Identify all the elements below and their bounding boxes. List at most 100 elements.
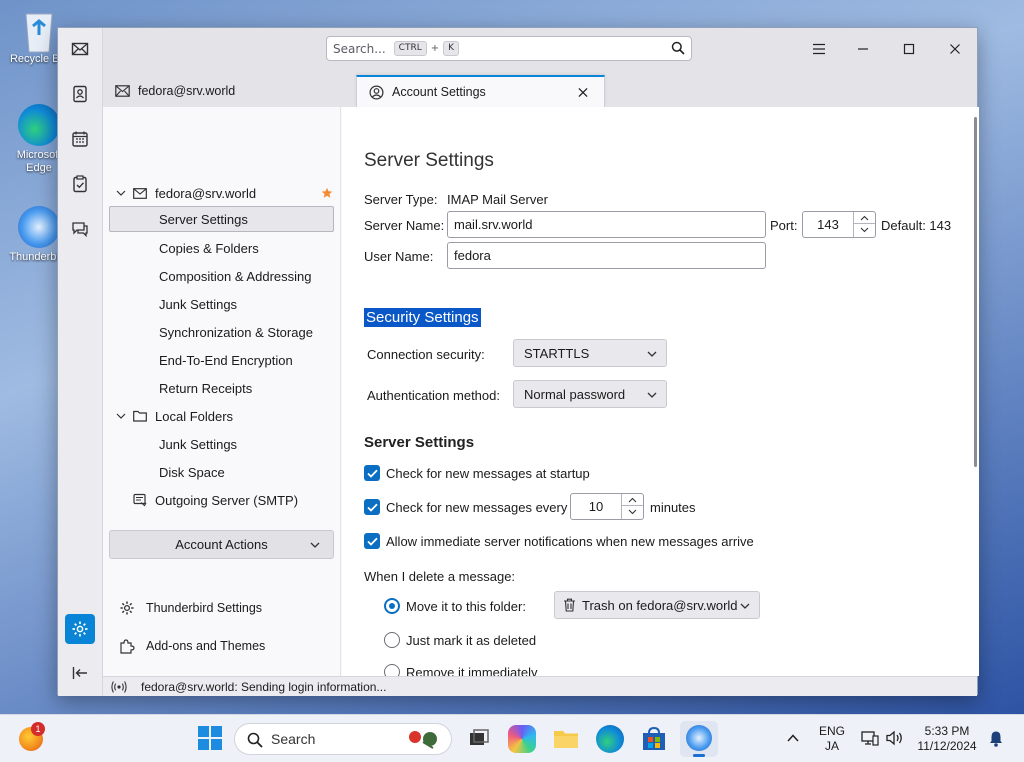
checkmark-icon xyxy=(366,537,378,546)
calendar-icon xyxy=(72,131,88,147)
remove-immediately-label: Remove it immediately xyxy=(406,665,538,676)
chevron-down-icon xyxy=(116,413,126,419)
collapse-spaces-button[interactable] xyxy=(65,658,95,688)
language-indicator[interactable]: ENG JA xyxy=(814,724,850,754)
chat-space-button[interactable] xyxy=(65,214,95,244)
tree-item-e2e-encryption[interactable]: End-To-End Encryption xyxy=(159,347,293,373)
taskbar-search-input[interactable]: Search xyxy=(234,723,452,755)
tree-item-local-junk-settings[interactable]: Junk Settings xyxy=(159,431,237,457)
store-icon[interactable] xyxy=(640,725,668,753)
notifications-bell-icon[interactable] xyxy=(989,730,1003,750)
chevron-down-icon xyxy=(310,542,320,548)
addons-themes-link[interactable]: Add-ons and Themes xyxy=(119,633,265,659)
move-to-folder-radio[interactable] xyxy=(384,598,400,614)
clock-date: 11/12/2024 xyxy=(917,739,977,753)
tab-account-settings[interactable]: Account Settings xyxy=(356,75,605,107)
show-hidden-icons-button[interactable] xyxy=(786,731,800,748)
check-every-label: Check for new messages every xyxy=(386,500,568,515)
activity-icon xyxy=(111,681,127,693)
chevron-down-icon xyxy=(647,392,657,398)
address-book-space-button[interactable] xyxy=(65,79,95,109)
interval-increment-button[interactable] xyxy=(622,494,643,506)
network-icon[interactable] xyxy=(861,730,879,749)
settings-space-button[interactable] xyxy=(65,614,95,644)
thunderbird-taskbar-button[interactable] xyxy=(680,721,718,757)
tab-mail[interactable]: fedora@srv.world xyxy=(103,75,353,107)
interval-decrement-button[interactable] xyxy=(622,506,643,518)
file-explorer-icon[interactable] xyxy=(552,725,580,753)
tree-item-copies-folders[interactable]: Copies & Folders xyxy=(159,235,259,261)
tree-item-composition-addressing[interactable]: Composition & Addressing xyxy=(159,263,311,289)
puzzle-icon xyxy=(120,639,135,654)
connection-security-label: Connection security: xyxy=(367,347,485,362)
port-decrement-button[interactable] xyxy=(854,224,875,236)
thunderbird-icon xyxy=(18,206,60,248)
chat-icon xyxy=(72,222,88,238)
shortcut-key-ctrl: CTRL xyxy=(393,41,427,56)
account-settings-icon xyxy=(369,84,384,100)
user-name-value: fedora xyxy=(454,248,491,263)
tree-item-disk-space[interactable]: Disk Space xyxy=(159,459,225,485)
close-window-button[interactable] xyxy=(945,39,965,59)
tree-account-fedora[interactable]: fedora@srv.world xyxy=(115,180,335,206)
status-text: fedora@srv.world: Sending login informat… xyxy=(141,679,387,694)
user-name-input[interactable]: fedora xyxy=(447,242,766,269)
tasks-space-button[interactable] xyxy=(65,169,95,199)
authentication-method-select[interactable]: Normal password xyxy=(513,380,667,408)
tree-item-label: Junk Settings xyxy=(159,296,238,312)
port-stepper[interactable]: 143 xyxy=(802,211,876,238)
connection-security-value: STARTTLS xyxy=(524,345,590,361)
gear-icon xyxy=(72,621,88,637)
search-icon xyxy=(671,41,685,55)
windows-logo-icon xyxy=(198,726,222,750)
content-scrollbar[interactable] xyxy=(974,117,977,467)
search-placeholder: Search... xyxy=(333,41,386,56)
tab-bar: fedora@srv.world Account Settings xyxy=(103,71,977,107)
global-search-input[interactable]: Search... CTRL + K xyxy=(326,36,692,61)
port-increment-button[interactable] xyxy=(854,212,875,224)
start-button[interactable] xyxy=(197,725,225,753)
tree-item-label: Copies & Folders xyxy=(159,240,259,256)
status-bar: fedora@srv.world: Sending login informat… xyxy=(103,676,977,696)
tree-item-label: End-To-End Encryption xyxy=(159,352,293,368)
server-name-input[interactable]: mail.srv.world xyxy=(447,211,766,238)
edge-taskbar-icon[interactable] xyxy=(596,725,624,753)
mark-deleted-label: Just mark it as deleted xyxy=(406,633,537,648)
tree-item-label: Junk Settings xyxy=(159,436,238,452)
tree-local-folders[interactable]: Local Folders xyxy=(115,403,233,429)
tree-outgoing-server[interactable]: Outgoing Server (SMTP) xyxy=(133,487,298,513)
collapse-left-icon xyxy=(72,667,87,679)
remove-immediately-radio[interactable] xyxy=(384,664,400,676)
server-name-value: mail.srv.world xyxy=(454,217,533,232)
allow-notifications-label: Allow immediate server notifications whe… xyxy=(386,534,754,549)
allow-notifications-checkbox[interactable] xyxy=(364,533,380,549)
chevron-down-icon xyxy=(860,227,869,233)
calendar-space-button[interactable] xyxy=(65,124,95,154)
mail-space-button[interactable] xyxy=(65,34,95,64)
check-every-checkbox[interactable] xyxy=(364,499,380,515)
volume-icon[interactable] xyxy=(886,730,904,749)
clock[interactable]: 5:33 PM 11/12/2024 xyxy=(912,724,982,754)
task-view-icon[interactable] xyxy=(465,725,493,753)
tree-item-label: Disk Space xyxy=(159,464,225,480)
minimize-button[interactable] xyxy=(853,39,873,59)
tree-item-junk-settings[interactable]: Junk Settings xyxy=(159,291,237,317)
app-menu-button[interactable] xyxy=(809,39,829,59)
copilot-icon[interactable] xyxy=(508,725,536,753)
check-startup-checkbox[interactable] xyxy=(364,465,380,481)
thunderbird-settings-label: Thunderbird Settings xyxy=(146,601,263,615)
close-tab-button[interactable] xyxy=(578,83,596,101)
check-interval-stepper[interactable]: 10 xyxy=(570,493,644,520)
connection-security-select[interactable]: STARTTLS xyxy=(513,339,667,367)
trash-folder-select[interactable]: Trash on fedora@srv.world xyxy=(554,591,760,619)
account-actions-button[interactable]: Account Actions xyxy=(109,530,334,559)
maximize-button[interactable] xyxy=(899,39,919,59)
tree-item-server-settings[interactable]: Server Settings xyxy=(109,206,334,232)
tree-item-return-receipts[interactable]: Return Receipts xyxy=(159,375,252,401)
mark-deleted-radio[interactable] xyxy=(384,632,400,648)
tree-item-label: Composition & Addressing xyxy=(159,268,312,284)
server-type-label: Server Type: xyxy=(364,192,438,207)
tree-item-synchronization-storage[interactable]: Synchronization & Storage xyxy=(159,319,313,345)
thunderbird-settings-link[interactable]: Thunderbird Settings xyxy=(119,595,262,621)
move-to-folder-label: Move it to this folder: xyxy=(406,599,526,614)
